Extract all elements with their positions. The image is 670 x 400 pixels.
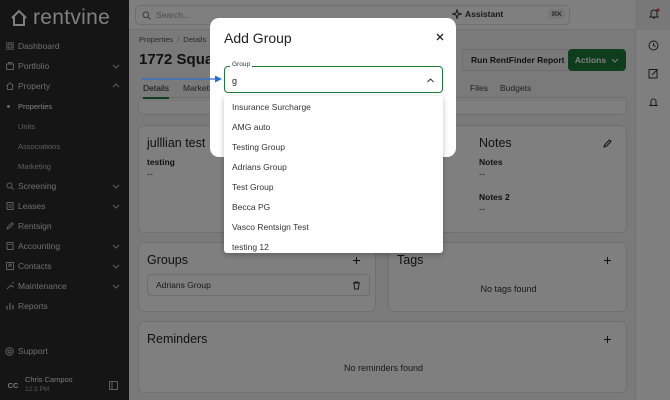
group-options-list: Insurance Surcharge AMG auto Testing Gro… (224, 96, 443, 253)
group-option[interactable]: Test Group (224, 177, 443, 197)
pointer-arrow-annotation (142, 75, 222, 83)
group-option[interactable]: Testing Group (224, 137, 443, 157)
modal-title: Add Group (224, 30, 292, 46)
group-option[interactable]: Becca PG (224, 197, 443, 217)
group-option[interactable]: Adrians Group (224, 157, 443, 177)
group-option[interactable]: Vasco Rentsign Test (224, 217, 443, 237)
group-select[interactable]: Group (224, 61, 443, 93)
group-field-label: Group (230, 61, 253, 68)
chevron-up-icon[interactable] (426, 76, 435, 85)
group-input[interactable] (232, 75, 412, 87)
group-option[interactable]: testing 12 (224, 237, 443, 253)
group-option[interactable]: AMG auto (224, 117, 443, 137)
group-option[interactable]: Insurance Surcharge (224, 97, 443, 117)
close-icon[interactable] (435, 32, 445, 42)
